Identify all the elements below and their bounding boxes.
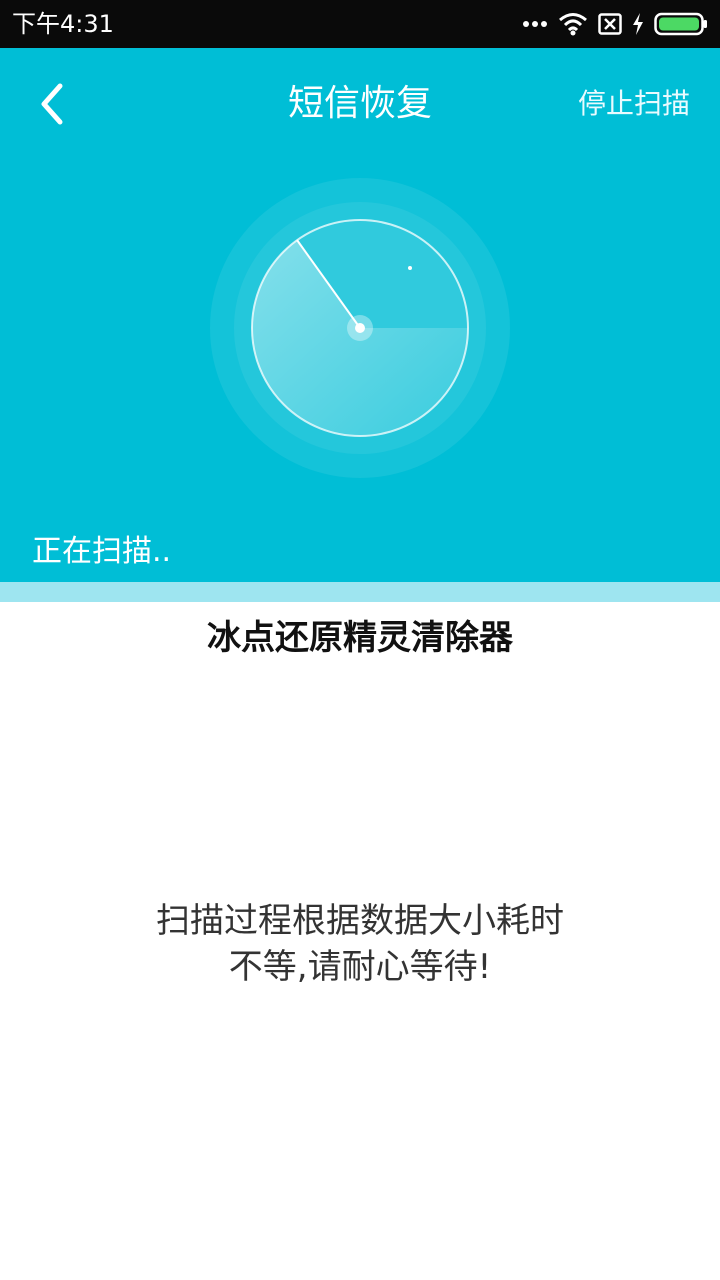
chevron-left-icon: [41, 83, 63, 125]
radar-scanner: [210, 178, 510, 478]
scan-status: 正在扫描..: [32, 534, 172, 569]
status-icons: [522, 10, 708, 38]
scan-hint-line-2: 不等,请耐心等待!: [228, 947, 492, 987]
wifi-icon: [559, 13, 587, 36]
charging-icon: [633, 13, 643, 35]
scan-hint-line-1: 扫描过程根据数据大小耗时: [156, 901, 564, 941]
back-button[interactable]: [30, 78, 78, 130]
status-bar: 下午4:31: [0, 0, 720, 48]
scan-header: 短信恢复 停止扫描 正在扫描..: [0, 48, 720, 582]
radar-center-dot: [355, 323, 365, 333]
scan-hint: 扫描过程根据数据大小耗时 不等,请耐心等待!: [0, 898, 720, 990]
progress-band: [0, 582, 720, 602]
stop-scan-button[interactable]: 停止扫描: [578, 84, 690, 124]
battery-icon: [654, 12, 707, 36]
radar-blip: [408, 266, 412, 270]
no-sim-icon: [598, 13, 622, 35]
ad-title: 冰点还原精灵清除器: [207, 618, 513, 658]
more-dots-icon: [523, 21, 547, 27]
status-time: 下午4:31: [12, 10, 114, 38]
